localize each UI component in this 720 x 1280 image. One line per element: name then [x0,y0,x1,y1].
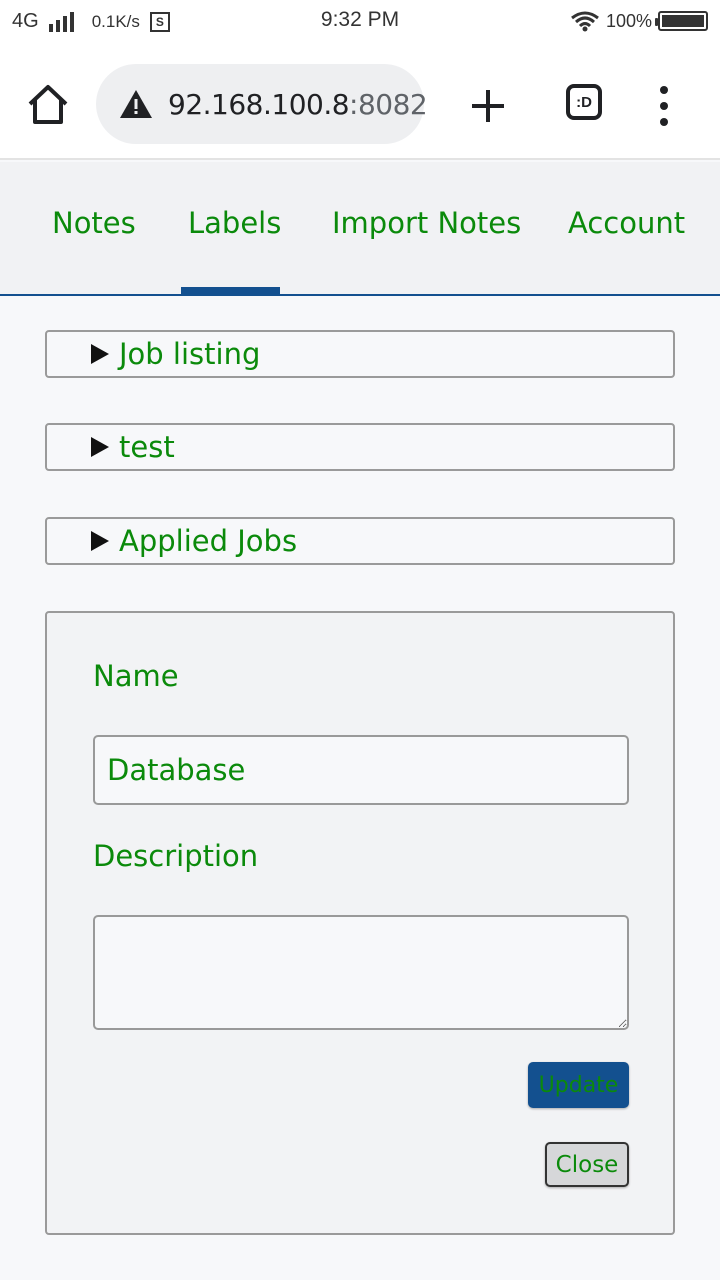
name-input[interactable] [93,735,629,805]
tabs-icon[interactable]: :D [566,84,602,120]
battery-icon [655,11,708,31]
status-bar: 4G 0.1K/s S 9:32 PM 100% [0,0,720,46]
label-item-test[interactable]: test [45,423,675,471]
home-icon[interactable] [24,82,72,126]
name-label: Name [93,659,179,693]
tab-notes[interactable]: Notes [52,206,136,240]
close-button[interactable]: Close [545,1142,629,1187]
expand-triangle-icon [91,344,109,364]
active-tab-indicator [181,287,280,294]
warning-icon[interactable] [118,88,154,120]
battery-percent: 100% [605,10,652,31]
plus-icon[interactable] [466,84,510,128]
description-textarea[interactable] [93,915,629,1030]
tab-account[interactable]: Account [568,206,685,240]
label-item-name: Applied Jobs [119,524,298,558]
status-right: 100% [570,10,708,32]
label-item-applied-jobs[interactable]: Applied Jobs [45,517,675,565]
label-edit-form: Name Description Update Close [45,611,675,1235]
app-nav: Notes Labels Import Notes Account [0,162,720,296]
label-item-job-listing[interactable]: Job listing [45,330,675,378]
url-bar[interactable]: 92.168.100.8:8082 [96,64,428,144]
tab-import-notes[interactable]: Import Notes [332,206,521,240]
description-label: Description [93,839,259,873]
wifi-icon [571,11,599,32]
update-button[interactable]: Update [528,1062,629,1108]
url-text: 92.168.100.8:8082 [168,87,428,121]
url-host: 92.168.100.8 [168,87,350,121]
tab-labels[interactable]: Labels [188,206,281,240]
label-item-name: Job listing [119,337,261,371]
more-vert-icon[interactable] [656,86,672,126]
expand-triangle-icon [91,531,109,551]
label-item-name: test [119,430,175,464]
expand-triangle-icon [91,437,109,457]
url-port: :8082 [349,87,428,121]
browser-toolbar: 92.168.100.8:8082 :D [0,46,720,160]
